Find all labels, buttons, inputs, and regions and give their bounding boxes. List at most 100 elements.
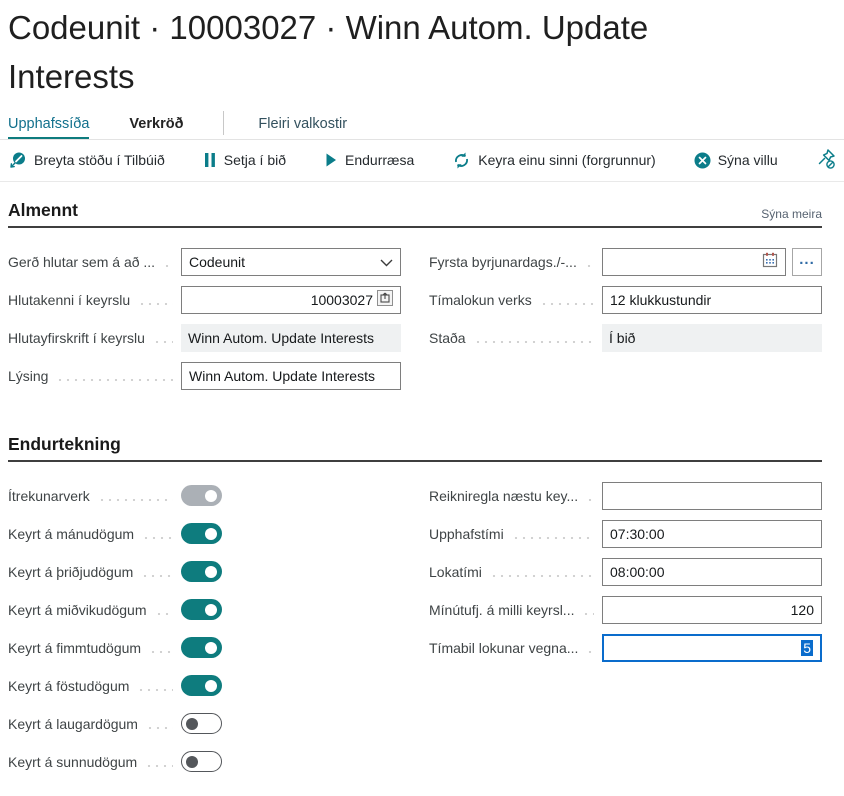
inactivity-timeout-value-selected: 5 [801,640,813,656]
dotted-leader [490,575,594,577]
general-section-title: Almennt [8,200,78,221]
object-type-value: Codeunit [189,254,380,270]
recurrence-section-header: Endurtekning [8,434,822,462]
field-status: Staða Í bið [429,324,822,352]
earliest-start-label: Fyrsta byrjunardags./-... [429,254,577,270]
minutes-between-value: 120 [791,602,814,618]
earliest-start-input[interactable] [602,248,786,276]
action-menu-bar: Upphafssíða Verkröð Fleiri valkostir [0,102,844,140]
dotted-leader [586,499,594,501]
page-title: Codeunit · 10003027 · Winn Autom. Update… [0,0,760,102]
recurrence-right-column: Reikniregla næstu key... Upphafstími 07:… [429,482,822,786]
date-picker-button[interactable] [762,252,778,271]
general-fasttab: Almennt Sýna meira Gerð hlutar sem á að … [0,200,844,400]
field-run-fridays: Keyrt á föstudögum [8,672,401,700]
object-id-input[interactable]: 10003027 [181,286,401,314]
field-run-mondays: Keyrt á mánudögum [8,520,401,548]
start-time-label: Upphafstími [429,526,504,542]
object-id-value: 10003027 [311,292,373,308]
object-caption-value: Winn Autom. Update Interests [181,324,401,352]
object-id-label: Hlutakenni í keyrslu [8,292,130,308]
dotted-leader [582,613,594,615]
end-time-value: 08:00:00 [610,564,814,580]
status-value: Í bið [602,324,822,352]
run-fridays-toggle[interactable] [181,675,222,696]
play-icon [324,152,338,168]
recurrence-section-title: Endurtekning [8,434,121,455]
unpin-pane-button[interactable] [816,147,838,174]
run-thursdays-toggle[interactable] [181,637,222,658]
dotted-leader [474,341,594,343]
toggle-knob [186,718,198,730]
show-error-button[interactable]: Sýna villu [694,152,778,169]
dotted-leader [540,303,594,305]
general-section-header: Almennt Sýna meira [8,200,822,228]
field-run-tuesdays: Keyrt á þriðjudögum [8,558,401,586]
set-on-hold-label: Setja í bið [224,152,286,168]
recurring-job-toggle[interactable] [181,485,222,506]
run-sundays-toggle[interactable] [181,751,222,772]
tab-home[interactable]: Upphafssíða [8,116,89,139]
error-circle-x-icon [694,152,711,169]
restart-button[interactable]: Endurræsa [324,152,414,168]
field-run-saturdays: Keyrt á laugardögum [8,710,401,738]
field-object-id: Hlutakenni í keyrslu 10003027 [8,286,401,314]
toggle-knob [205,528,217,540]
run-once-button[interactable]: Keyra einu sinni (forgrunnur) [452,151,655,170]
inactivity-timeout-input-focused[interactable]: 5 [602,634,822,662]
description-input[interactable]: Winn Autom. Update Interests [181,362,401,390]
tab-job-queue[interactable]: Verkröð [129,116,183,139]
minutes-between-label: Mínútufj. á milli keyrsl... [429,602,574,618]
dotted-leader [153,341,173,343]
recurrence-fields: Ítrekunarverk Keyrt á mánudögum Keyrt á … [0,462,844,786]
toggle-knob [205,680,217,692]
next-run-formula-input[interactable] [602,482,822,510]
tab-divider [223,111,224,135]
run-once-arrows-icon [452,151,471,170]
end-time-label: Lokatími [429,564,482,580]
run-wednesdays-toggle[interactable] [181,599,222,620]
dotted-leader [141,575,173,577]
field-inactivity-timeout: Tímabil lokunar vegna... 5 [429,634,822,662]
dotted-leader [155,613,173,615]
pause-icon [203,152,217,168]
end-time-input[interactable]: 08:00:00 [602,558,822,586]
earliest-start-assist-button[interactable]: ... [792,248,822,276]
field-run-wednesdays: Keyrt á miðvikudögum [8,596,401,624]
minutes-between-input[interactable]: 120 [602,596,822,624]
next-run-formula-label: Reikniregla næstu key... [429,488,578,504]
toggle-knob [205,642,217,654]
set-status-ready-label: Breyta stöðu í Tilbúið [34,152,165,168]
start-time-input[interactable]: 07:30:00 [602,520,822,548]
run-tuesdays-toggle[interactable] [181,561,222,582]
object-caption-label: Hlutayfirskrift í keyrslu [8,330,145,346]
tab-more-options[interactable]: Fleiri valkostir [258,116,347,139]
show-more-link[interactable]: Sýna meira [761,207,822,221]
dotted-leader [146,727,173,729]
dotted-leader [585,265,594,267]
job-timeout-input[interactable]: 12 klukkustundir [602,286,822,314]
run-mondays-toggle[interactable] [181,523,222,544]
general-fields: Gerð hlutar sem á að ... Codeunit Hlutak… [0,228,844,400]
set-on-hold-button[interactable]: Setja í bið [203,152,286,168]
dotted-leader [137,689,173,691]
run-saturdays-toggle[interactable] [181,713,222,734]
run-once-label: Keyra einu sinni (forgrunnur) [478,152,655,168]
toggle-knob [205,490,217,502]
dotted-leader [512,537,594,539]
dotted-leader [163,265,173,267]
object-type-select[interactable]: Codeunit [181,248,401,276]
toggle-knob [205,566,217,578]
dotted-leader [142,537,173,539]
restart-label: Endurræsa [345,152,414,168]
description-value: Winn Autom. Update Interests [189,368,393,384]
field-object-caption: Hlutayfirskrift í keyrslu Winn Autom. Up… [8,324,401,352]
object-id-lookup-button[interactable] [377,290,393,309]
field-recurring-job: Ítrekunarverk [8,482,401,510]
job-timeout-label: Tímalokun verks [429,292,532,308]
set-status-ready-button[interactable]: Breyta stöðu í Tilbúið [8,151,165,170]
action-toolbar: Breyta stöðu í Tilbúið Setja í bið Endur… [0,140,844,182]
recurrence-left-column: Ítrekunarverk Keyrt á mánudögum Keyrt á … [8,482,401,786]
description-label: Lýsing [8,368,48,384]
field-description: Lýsing Winn Autom. Update Interests [8,362,401,390]
